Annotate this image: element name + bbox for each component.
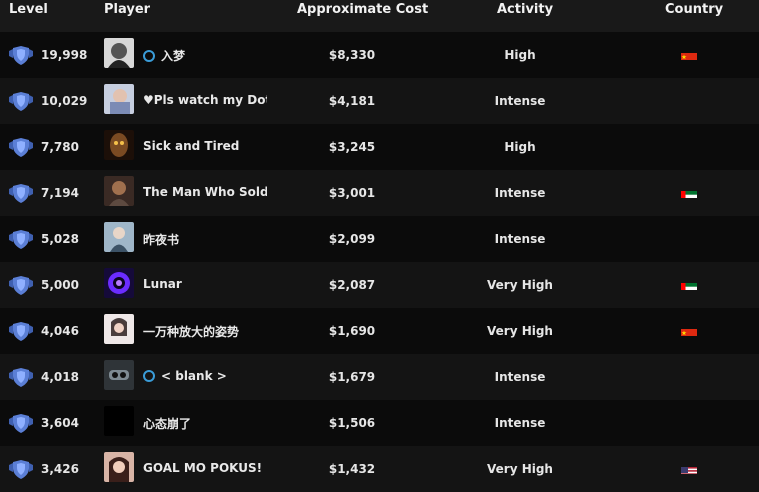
- player-name[interactable]: ♥Pls watch my Dota /: [143, 93, 267, 107]
- shield-level-icon: [9, 460, 33, 479]
- player-name-cell[interactable]: Sick and Tired: [143, 139, 267, 157]
- player-avatar-icon[interactable]: [104, 84, 134, 114]
- table-row[interactable]: 3,604 心态崩了 $1,506 Intense: [0, 400, 759, 446]
- player-name[interactable]: 一万种放大的姿势: [143, 325, 239, 339]
- player-avatar-icon[interactable]: [104, 38, 134, 68]
- player-name[interactable]: 昨夜书: [143, 233, 179, 247]
- player-level: 4,018: [41, 370, 79, 384]
- player-name[interactable]: Lunar: [143, 277, 182, 291]
- shield-level-icon: [9, 322, 33, 341]
- activity-level: Very High: [487, 278, 553, 292]
- approximate-cost: $4,181: [328, 94, 376, 108]
- player-level: 3,426: [41, 462, 79, 476]
- china-flag-icon: [681, 325, 697, 336]
- player-level: 10,029: [41, 94, 88, 108]
- shield-level-icon: [9, 184, 33, 203]
- table-row[interactable]: 19,998 入梦 $8,330 High: [0, 32, 759, 78]
- column-header-country[interactable]: Country: [665, 2, 723, 17]
- player-avatar-icon[interactable]: [104, 130, 134, 160]
- approximate-cost: $1,506: [328, 416, 376, 430]
- player-name-cell[interactable]: GOAL MO POKUS!: [143, 461, 267, 479]
- player-level: 4,046: [41, 324, 79, 338]
- online-status-icon: [143, 369, 155, 382]
- china-flag-icon: [681, 49, 697, 60]
- shield-level-icon: [9, 138, 33, 157]
- table-body: 19,998 入梦 $8,330 High 10,029 ♥Pls watch my Do…: [0, 32, 759, 492]
- player-avatar-icon[interactable]: [104, 452, 134, 482]
- shield-level-icon: [9, 368, 33, 387]
- player-level: 7,780: [41, 140, 79, 154]
- column-header-level[interactable]: Level: [9, 2, 48, 17]
- activity-level: Very High: [487, 462, 553, 476]
- player-avatar-icon[interactable]: [104, 268, 134, 298]
- player-level: 7,194: [41, 186, 79, 200]
- shield-level-icon: [9, 276, 33, 295]
- column-header-cost[interactable]: Approximate Cost: [297, 2, 428, 17]
- shield-level-icon: [9, 230, 33, 249]
- table-row[interactable]: 3,426 GOAL MO POKUS! $1,432 Very High: [0, 446, 759, 492]
- table-row[interactable]: 4,018 < blank > $1,679 Intense: [0, 354, 759, 400]
- leaderboard-table: Level Player Approximate Cost Activity C…: [0, 0, 759, 492]
- player-level: 5,000: [41, 278, 79, 292]
- shield-level-icon: [9, 46, 33, 65]
- usa-flag-icon: [681, 463, 697, 474]
- approximate-cost: $2,099: [328, 232, 376, 246]
- player-name-cell[interactable]: 一万种放大的姿势: [143, 323, 267, 341]
- activity-level: High: [504, 140, 536, 154]
- activity-level: Intense: [494, 94, 546, 108]
- player-avatar-icon[interactable]: [104, 314, 134, 344]
- approximate-cost: $1,679: [328, 370, 376, 384]
- activity-level: Intense: [494, 186, 546, 200]
- uae-flag-icon: [681, 187, 697, 198]
- approximate-cost: $1,690: [328, 324, 376, 338]
- approximate-cost: $3,245: [328, 140, 376, 154]
- approximate-cost: $8,330: [328, 48, 376, 62]
- table-row[interactable]: 10,029 ♥Pls watch my Dota / $4,181 Intense: [0, 78, 759, 124]
- player-name-cell[interactable]: 昨夜书: [143, 231, 267, 249]
- online-status-icon: [143, 49, 155, 62]
- player-name[interactable]: Sick and Tired: [143, 139, 239, 153]
- column-header-player[interactable]: Player: [104, 2, 150, 17]
- table-row[interactable]: 4,046 一万种放大的姿势 $1,690 Very High: [0, 308, 759, 354]
- player-name-cell[interactable]: 入梦: [143, 47, 267, 65]
- player-level: 19,998: [41, 48, 88, 62]
- activity-level: Intense: [494, 232, 546, 246]
- approximate-cost: $1,432: [328, 462, 376, 476]
- player-name-cell[interactable]: < blank >: [143, 369, 267, 387]
- approximate-cost: $2,087: [328, 278, 376, 292]
- column-header-activity[interactable]: Activity: [497, 2, 553, 17]
- player-name[interactable]: 入梦: [161, 49, 185, 63]
- table-row[interactable]: 5,028 昨夜书 $2,099 Intense: [0, 216, 759, 262]
- table-row[interactable]: 7,780 Sick and Tired $3,245 High: [0, 124, 759, 170]
- table-row[interactable]: 7,194 The Man Who Sold T $3,001 Intense: [0, 170, 759, 216]
- table-header: Level Player Approximate Cost Activity C…: [0, 0, 759, 32]
- uae-flag-icon: [681, 279, 697, 290]
- player-name[interactable]: 心态崩了: [143, 417, 191, 431]
- player-avatar-icon[interactable]: [104, 176, 134, 206]
- activity-level: Intense: [494, 370, 546, 384]
- player-level: 5,028: [41, 232, 79, 246]
- player-name-cell[interactable]: The Man Who Sold T: [143, 185, 267, 203]
- player-avatar-icon[interactable]: [104, 406, 134, 436]
- player-avatar-icon[interactable]: [104, 360, 134, 390]
- table-row[interactable]: 5,000 Lunar $2,087 Very High: [0, 262, 759, 308]
- player-name[interactable]: The Man Who Sold T: [143, 185, 267, 199]
- player-avatar-icon[interactable]: [104, 222, 134, 252]
- player-name-cell[interactable]: Lunar: [143, 277, 267, 295]
- shield-level-icon: [9, 92, 33, 111]
- player-level: 3,604: [41, 416, 79, 430]
- activity-level: Very High: [487, 324, 553, 338]
- player-name[interactable]: < blank >: [161, 369, 227, 383]
- player-name[interactable]: GOAL MO POKUS!: [143, 461, 262, 475]
- player-name-cell[interactable]: ♥Pls watch my Dota /: [143, 93, 267, 111]
- player-name-cell[interactable]: 心态崩了: [143, 415, 267, 433]
- shield-level-icon: [9, 414, 33, 433]
- activity-level: High: [504, 48, 536, 62]
- approximate-cost: $3,001: [328, 186, 376, 200]
- activity-level: Intense: [494, 416, 546, 430]
